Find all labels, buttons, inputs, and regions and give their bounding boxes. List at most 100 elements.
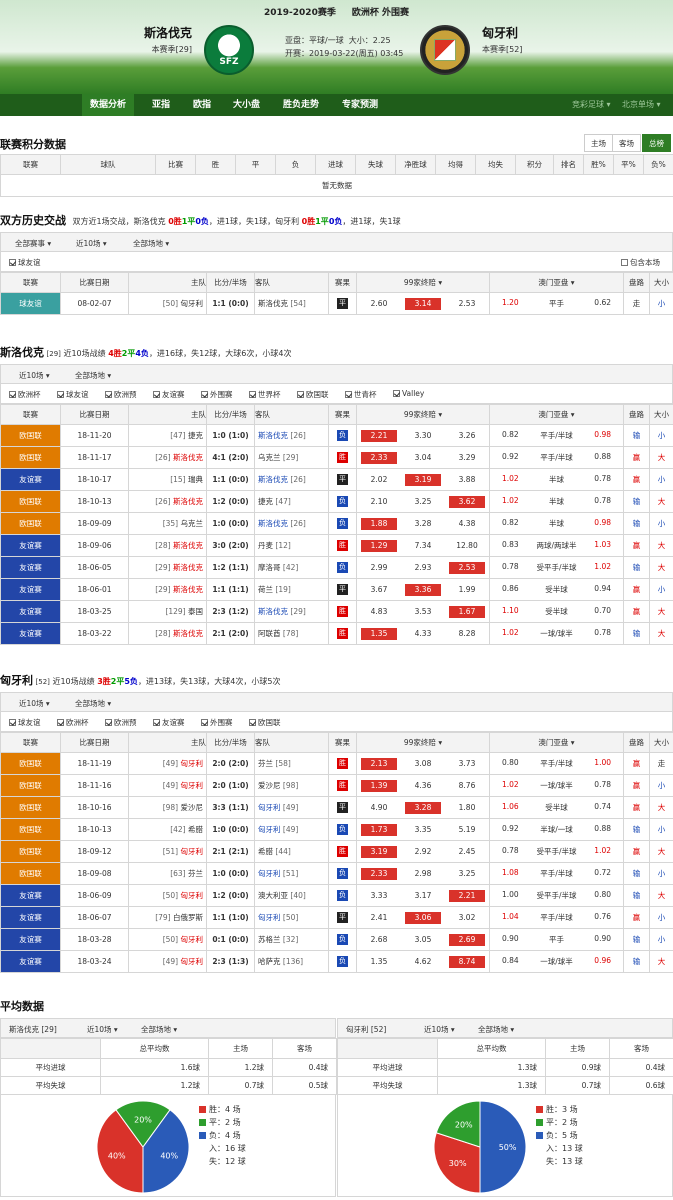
league-cell[interactable]: 友谊赛	[0, 950, 61, 973]
team-name[interactable]: 斯洛伐克	[173, 629, 203, 638]
asian-cell[interactable]: 1.06 受半球 0.74	[489, 796, 624, 819]
team-name[interactable]: 泰国	[188, 607, 203, 616]
score-cell[interactable]: 1:0 (1:0)	[206, 424, 255, 447]
checkbox-icon[interactable]	[201, 719, 208, 726]
asian-cell[interactable]: 0.78 受平手/半球 1.02	[489, 556, 624, 579]
team-name[interactable]: 匈牙利	[258, 913, 281, 922]
home-team-cell[interactable]: [49] 匈牙利	[128, 774, 207, 797]
checkbox-icon[interactable]	[9, 391, 16, 398]
odds-cell[interactable]: 2.10 3.25 3.62	[356, 490, 490, 513]
nav-trend[interactable]: 胜负走势	[283, 94, 319, 116]
table-row[interactable]: 欧国联 18-09-09 [35] 乌克兰 1:0 (0:0) 斯洛伐克 [26] 负 1.…	[0, 512, 673, 535]
filter-checkbox[interactable]: 友谊赛	[153, 717, 185, 728]
checkbox-icon[interactable]	[393, 390, 400, 397]
team-name[interactable]: 斯洛伐克	[173, 453, 203, 462]
score-cell[interactable]: 1:2 (0:0)	[206, 490, 255, 513]
odds-cell[interactable]: 1.39 4.36 8.76	[356, 774, 490, 797]
filter-checkbox[interactable]: 欧洲杯	[9, 389, 41, 400]
odds-cell[interactable]: 3.67 3.36 1.99	[356, 578, 490, 601]
away-team-cell[interactable]: 斯洛伐克 [26]	[254, 424, 329, 447]
away-team-cell[interactable]: 匈牙利 [49]	[254, 796, 329, 819]
home-team-cell[interactable]: [47] 捷克	[128, 424, 207, 447]
asian-cell[interactable]: 0.78 受平手/半球 1.02	[489, 840, 624, 863]
league-cell[interactable]: 友谊赛	[0, 928, 61, 951]
team-name[interactable]: 捷克	[188, 431, 203, 440]
score-cell[interactable]: 4:1 (2:0)	[206, 446, 255, 469]
avg-filter-count[interactable]: 近10场 ▾	[424, 1024, 455, 1035]
home-team-cell[interactable]: [50] 匈牙利	[128, 884, 207, 907]
score-cell[interactable]: 1:0 (0:0)	[206, 818, 255, 841]
filter-checkbox[interactable]: 欧洲杯	[57, 717, 89, 728]
score-cell[interactable]: 1:1 (1:0)	[206, 906, 255, 929]
team-name[interactable]: 斯洛伐克	[173, 541, 203, 550]
team-name[interactable]: 荷兰	[258, 585, 273, 594]
odds-cell[interactable]: 2.68 3.05 2.69	[356, 928, 490, 951]
nav-euro[interactable]: 欧指	[193, 94, 211, 116]
checkbox-icon[interactable]	[297, 391, 304, 398]
asian-cell[interactable]: 1.08 平手/半球 0.72	[489, 862, 624, 885]
h2h-filter-event[interactable]: 全部赛事 ▾	[15, 238, 51, 249]
checkbox-icon[interactable]	[9, 719, 16, 726]
home-team-cell[interactable]: [98] 爱沙尼	[128, 796, 207, 819]
team-name[interactable]: 匈牙利	[181, 299, 204, 308]
nav-expert[interactable]: 专家预测	[342, 94, 378, 116]
filter-checkbox[interactable]: 外围赛	[201, 717, 233, 728]
league-cell[interactable]: 欧国联	[0, 818, 61, 841]
asian-cell[interactable]: 1.02 半球 0.78	[489, 468, 624, 491]
team-name[interactable]: 斯洛伐克	[258, 299, 288, 308]
checkbox-icon[interactable]	[153, 719, 160, 726]
home-team-cell[interactable]: [49] 匈牙利	[128, 950, 207, 973]
checkbox-icon[interactable]	[621, 259, 628, 266]
odds-cell[interactable]: 2.13 3.08 3.73	[356, 752, 490, 775]
league-cell[interactable]: 友谊赛	[0, 468, 61, 491]
nav-asian[interactable]: 亚指	[152, 94, 170, 116]
table-row[interactable]: 欧国联 18-09-08 [63] 芬兰 1:0 (0:0) 匈牙利 [51] 负 2.33…	[0, 862, 673, 885]
odds-cell[interactable]: 1.73 3.35 5.19	[356, 818, 490, 841]
h2h-filter-venue[interactable]: 全部场地 ▾	[133, 238, 169, 249]
team-name[interactable]: 白俄罗斯	[173, 913, 203, 922]
team-name[interactable]: 匈牙利	[181, 935, 204, 944]
score-cell[interactable]: 2:1 (2:0)	[206, 622, 255, 645]
away-team-cell[interactable]: 哈萨克 [136]	[254, 950, 329, 973]
table-row[interactable]: 欧国联 18-10-13 [26] 斯洛伐克 1:2 (0:0) 捷克 [47] 负 2.1…	[0, 490, 673, 513]
team-name[interactable]: 瑞典	[188, 475, 203, 484]
team-name[interactable]: 爱沙尼	[258, 781, 281, 790]
checkbox-icon[interactable]	[105, 391, 112, 398]
checkbox-icon[interactable]	[249, 391, 256, 398]
asian-cell[interactable]: 1.00 受平手/半球 0.80	[489, 884, 624, 907]
team-name[interactable]: 澳大利亚	[258, 891, 288, 900]
home-team-cell[interactable]: [63] 芬兰	[128, 862, 207, 885]
odds-cell[interactable]: 2.21 3.30 3.26	[356, 424, 490, 447]
odds-cell[interactable]: 2.33 3.04 3.29	[356, 446, 490, 469]
team-name[interactable]: 希腊	[258, 847, 273, 856]
odds-cell[interactable]: 1.29 7.34 12.80	[356, 534, 490, 557]
odds-cell[interactable]: 3.33 3.17 2.21	[356, 884, 490, 907]
asian-cell[interactable]: 0.86 受半球 0.94	[489, 578, 624, 601]
away-filter-count[interactable]: 近10场 ▾	[19, 698, 50, 709]
asian-cell[interactable]: 0.82 平手/半球 0.98	[489, 424, 624, 447]
team-name[interactable]: 匈牙利	[181, 759, 204, 768]
away-team-cell[interactable]: 斯洛伐克 [26]	[254, 512, 329, 535]
asian-cell[interactable]: 0.92 半球/一球 0.88	[489, 818, 624, 841]
home-team-cell[interactable]: [26] 斯洛伐克	[128, 490, 207, 513]
asian-cell[interactable]: 1.04 平手/半球 0.76	[489, 906, 624, 929]
table-row[interactable]: 球友谊 08-02-07 [50] 匈牙利 1:1 (0:0) 斯洛伐克 [54] 平 2.…	[0, 292, 673, 315]
league-cell[interactable]: 友谊赛	[0, 534, 61, 557]
filter-checkbox[interactable]: 欧国联	[249, 717, 281, 728]
table-row[interactable]: 友谊赛 18-06-07 [79] 白俄罗斯 1:1 (1:0) 匈牙利 [50] 平 2.…	[0, 906, 673, 929]
match-header-cell[interactable]: 澳门亚盘 ▾	[489, 404, 624, 425]
home-team-cell[interactable]: [28] 斯洛伐克	[128, 534, 207, 557]
home-team-cell[interactable]: [35] 乌克兰	[128, 512, 207, 535]
team-name[interactable]: 苏格兰	[258, 935, 281, 944]
asian-cell[interactable]: 0.84 一球/球半 0.96	[489, 950, 624, 973]
score-cell[interactable]: 2:0 (2:0)	[206, 752, 255, 775]
team-name[interactable]: 摩洛哥	[258, 563, 281, 572]
away-team-cell[interactable]: 斯洛伐克 [54]	[254, 292, 329, 315]
checkbox-icon[interactable]	[105, 719, 112, 726]
asian-cell[interactable]: 0.90 平手 0.90	[489, 928, 624, 951]
home-filter-count[interactable]: 近10场 ▾	[19, 370, 50, 381]
odds-cell[interactable]: 2.60 3.14 2.53	[356, 292, 490, 315]
team-name[interactable]: 斯洛伐克	[258, 431, 288, 440]
away-team-cell[interactable]: 荷兰 [19]	[254, 578, 329, 601]
table-row[interactable]: 友谊赛 18-09-06 [28] 斯洛伐克 3:0 (2:0) 丹麦 [12] 胜 1.2…	[0, 534, 673, 557]
